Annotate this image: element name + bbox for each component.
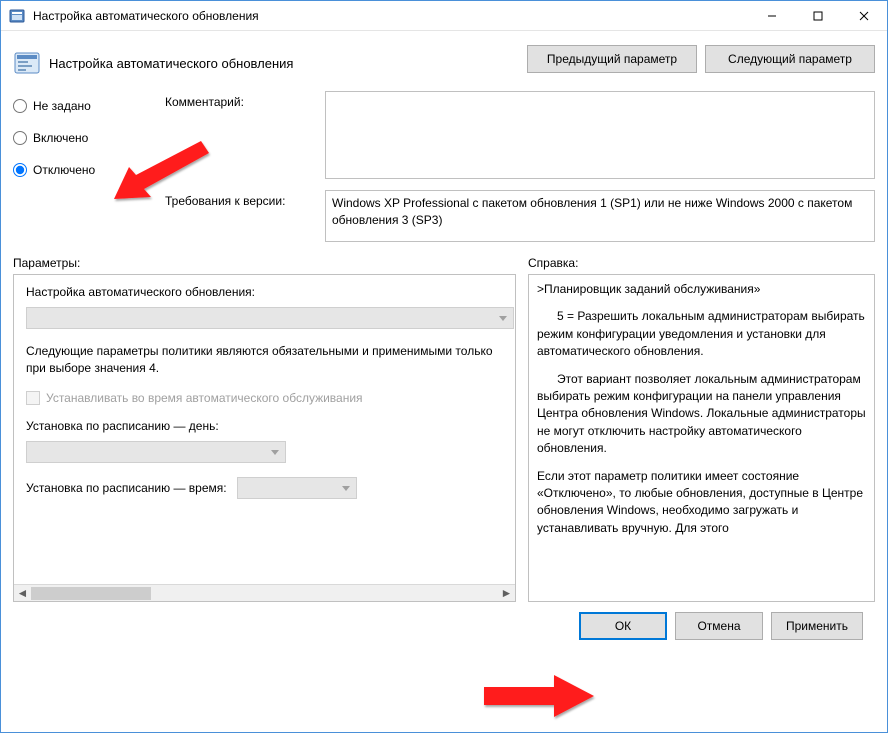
cancel-button[interactable]: Отмена (675, 612, 763, 640)
schedule-time-combo[interactable] (237, 477, 357, 499)
help-text-3: Этот вариант позволяет локальным админис… (537, 371, 866, 458)
supported-text: Windows XP Professional с пакетом обновл… (332, 196, 852, 227)
help-label: Справка: (528, 256, 578, 270)
help-text-1: >Планировщик заданий обслуживания» (537, 281, 866, 298)
dialog-window: Настройка автоматического обновления (0, 0, 888, 733)
minimize-button[interactable] (749, 1, 795, 31)
comment-textarea[interactable] (325, 91, 875, 179)
options-pane: Настройка автоматического обновления: Сл… (13, 274, 516, 602)
scroll-left-icon[interactable]: ◄ (14, 585, 31, 602)
header-row: Настройка автоматического обновления Пре… (13, 41, 875, 77)
scroll-right-icon[interactable]: ► (498, 585, 515, 602)
maintenance-checkbox[interactable] (26, 391, 40, 405)
previous-setting-button[interactable]: Предыдущий параметр (527, 45, 697, 73)
radio-not-configured-input[interactable] (13, 99, 27, 113)
window-title: Настройка автоматического обновления (33, 9, 749, 23)
schedule-day-label: Установка по расписанию — день: (26, 419, 503, 433)
close-button[interactable] (841, 1, 887, 31)
radio-enabled-input[interactable] (13, 131, 27, 145)
supported-box[interactable]: Windows XP Professional с пакетом обновл… (325, 190, 875, 242)
app-icon (9, 8, 25, 24)
options-label: Параметры: (13, 256, 528, 270)
radio-enabled-label: Включено (33, 131, 88, 145)
radio-disabled[interactable]: Отключено (13, 157, 153, 183)
ok-button[interactable]: ОК (579, 612, 667, 640)
radio-enabled[interactable]: Включено (13, 125, 153, 151)
radio-not-configured-label: Не задано (33, 99, 91, 113)
help-text-2: 5 = Разрешить локальным администраторам … (537, 308, 866, 360)
help-text-4: Если этот параметр политики имеет состоя… (537, 468, 866, 538)
state-section: Не задано Включено Отключено Комментарий… (13, 91, 875, 242)
window-controls (749, 1, 887, 30)
radio-disabled-label: Отключено (33, 163, 95, 177)
radio-not-configured[interactable]: Не задано (13, 93, 153, 119)
policy-icon (13, 49, 41, 77)
maximize-button[interactable] (795, 1, 841, 31)
comment-label: Комментарий: (165, 91, 325, 109)
panes-labels: Параметры: Справка: (13, 256, 875, 270)
schedule-day-combo[interactable] (26, 441, 286, 463)
radio-disabled-input[interactable] (13, 163, 27, 177)
options-note: Следующие параметры политики являются об… (26, 343, 503, 377)
apply-button[interactable]: Применить (771, 612, 863, 640)
scroll-thumb[interactable] (31, 587, 151, 600)
configure-update-label: Настройка автоматического обновления: (26, 285, 503, 299)
panes-row: Настройка автоматического обновления: Сл… (13, 274, 875, 602)
next-setting-button[interactable]: Следующий параметр (705, 45, 875, 73)
supported-label: Требования к версии: (165, 190, 325, 208)
maintenance-checkbox-row[interactable]: Устанавливать во время автоматического о… (26, 391, 503, 405)
options-hscrollbar[interactable]: ◄ ► (14, 584, 515, 601)
maintenance-checkbox-label: Устанавливать во время автоматического о… (46, 391, 363, 405)
content-area: Настройка автоматического обновления Пре… (1, 31, 887, 732)
help-pane[interactable]: >Планировщик заданий обслуживания» 5 = Р… (528, 274, 875, 602)
configure-update-combo[interactable] (26, 307, 514, 329)
schedule-time-label: Установка по расписанию — время: (26, 481, 227, 495)
footer: ОК Отмена Применить (13, 602, 875, 652)
policy-title: Настройка автоматического обновления (49, 56, 293, 71)
titlebar: Настройка автоматического обновления (1, 1, 887, 31)
